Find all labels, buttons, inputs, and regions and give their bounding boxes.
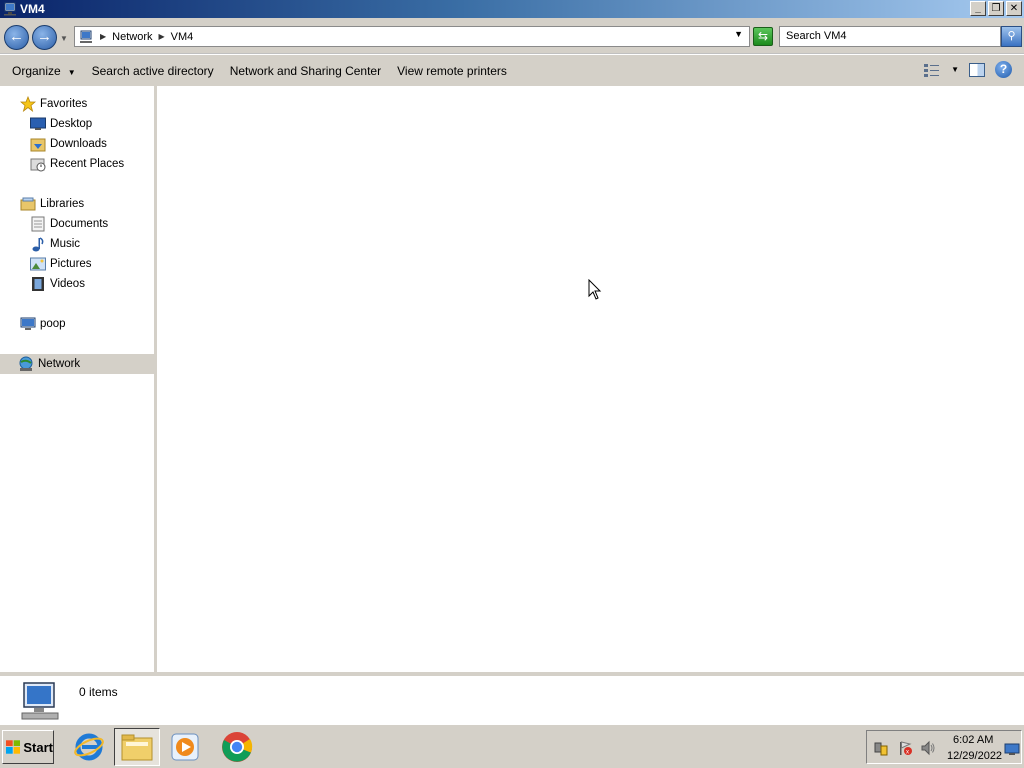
- breadcrumb-separator-icon[interactable]: ▶: [100, 32, 106, 41]
- navigation-pane: Favorites Desktop Downloads Recent Place…: [0, 86, 157, 672]
- network-computer-icon: [4, 2, 16, 16]
- videos-film-icon: [30, 276, 46, 292]
- system-tray: x 6:02 AM 12/29/2022: [866, 730, 1022, 764]
- nav-libraries[interactable]: Libraries: [20, 194, 84, 214]
- nav-music[interactable]: Music: [30, 234, 80, 254]
- nav-computer[interactable]: poop: [20, 314, 66, 334]
- search-button[interactable]: ⚲: [1001, 26, 1022, 47]
- downloads-folder-icon: [30, 136, 46, 152]
- nav-favorites[interactable]: Favorites: [20, 94, 87, 114]
- taskbar: Start x 6:02 AM 12/29/2022: [0, 724, 1024, 768]
- nav-downloads-label: Downloads: [50, 138, 107, 150]
- network-status-icon[interactable]: [873, 740, 889, 756]
- network-globe-icon: [18, 356, 34, 372]
- nav-favorites-label: Favorites: [40, 98, 88, 110]
- organize-label: Organize: [12, 63, 61, 78]
- nav-downloads[interactable]: Downloads: [30, 134, 107, 154]
- window-title: VM4: [20, 2, 45, 16]
- address-toolbar: ← → ▼ ▶ Network ▶ VM4 ▼ ⇆ Search VM4 ⚲: [0, 18, 1024, 54]
- taskbar-chrome[interactable]: [214, 728, 260, 766]
- nav-desktop[interactable]: Desktop: [30, 114, 92, 134]
- pictures-icon: [30, 256, 46, 272]
- nav-desktop-label: Desktop: [50, 118, 93, 130]
- nav-pictures[interactable]: Pictures: [30, 254, 92, 274]
- file-list-area[interactable]: [160, 86, 1024, 672]
- nav-libraries-label: Libraries: [40, 198, 85, 210]
- chrome-icon: [222, 732, 253, 762]
- nav-recent-places[interactable]: Recent Places: [30, 154, 124, 174]
- volume-speaker-icon[interactable]: [920, 740, 936, 756]
- nav-music-label: Music: [50, 238, 81, 250]
- back-arrow-icon: ←: [9, 28, 24, 45]
- title-bar[interactable]: VM4 _ ❐ ✕: [0, 0, 1024, 18]
- recent-pages-dropdown[interactable]: ▼: [60, 34, 68, 43]
- clock-time[interactable]: 6:02 AM: [953, 734, 993, 746]
- nav-videos[interactable]: Videos: [30, 274, 85, 294]
- organize-menu[interactable]: Organize ▼: [12, 64, 76, 78]
- help-icon[interactable]: ?: [995, 61, 1012, 78]
- breadcrumb-separator-icon[interactable]: ▶: [159, 32, 165, 41]
- back-button[interactable]: ←: [4, 25, 29, 50]
- chevron-down-icon: ▼: [67, 67, 76, 77]
- restore-button[interactable]: ❐: [988, 1, 1004, 16]
- nav-recent-places-label: Recent Places: [50, 158, 125, 170]
- details-pane: 0 items: [0, 672, 1024, 724]
- desktop-icon: [30, 116, 46, 132]
- start-button[interactable]: Start: [2, 730, 54, 764]
- folder-icon: [121, 734, 153, 761]
- view-options-dropdown-icon[interactable]: ▼: [951, 65, 959, 74]
- breadcrumb-vm4[interactable]: VM4: [171, 31, 194, 43]
- view-remote-printers-button[interactable]: View remote printers: [397, 64, 507, 78]
- mouse-cursor-icon: [588, 279, 602, 300]
- close-button[interactable]: ✕: [1006, 1, 1022, 16]
- libraries-icon: [20, 196, 36, 212]
- nav-network-label: Network: [38, 358, 81, 370]
- forward-arrow-icon: →: [37, 28, 52, 45]
- network-icon: [80, 30, 92, 43]
- refresh-button[interactable]: ⇆: [753, 27, 773, 46]
- start-label: Start: [23, 739, 53, 755]
- star-icon: [20, 96, 36, 112]
- network-sharing-center-button[interactable]: Network and Sharing Center: [230, 64, 381, 78]
- music-note-icon: [30, 236, 46, 252]
- windows-flag-icon: [6, 740, 21, 754]
- change-view-icon[interactable]: [923, 62, 941, 78]
- nav-network[interactable]: Network: [0, 354, 154, 374]
- taskbar-media-player[interactable]: [162, 728, 208, 766]
- item-count: 0 items: [79, 685, 118, 699]
- nav-computer-label: poop: [40, 318, 66, 330]
- address-dropdown-icon[interactable]: ▼: [734, 29, 743, 39]
- breadcrumb-network[interactable]: Network: [112, 31, 152, 43]
- search-icon: ⚲: [1007, 30, 1016, 42]
- address-box[interactable]: ▶ Network ▶ VM4 ▼: [74, 26, 750, 47]
- taskbar-internet-explorer[interactable]: [66, 728, 112, 766]
- documents-icon: [30, 216, 46, 232]
- clock-date[interactable]: 12/29/2022: [947, 750, 1002, 762]
- media-player-icon: [171, 733, 199, 761]
- recent-places-icon: [30, 156, 46, 172]
- nav-pictures-label: Pictures: [50, 258, 92, 270]
- preview-pane-icon[interactable]: [969, 62, 985, 77]
- action-center-flag-icon[interactable]: x: [897, 740, 913, 756]
- command-bar: Organize ▼ Search active directory Networ…: [0, 55, 1024, 86]
- nav-documents-label: Documents: [50, 218, 109, 230]
- computer-icon: [20, 316, 36, 332]
- taskbar-windows-explorer[interactable]: [114, 728, 160, 766]
- computer-icon: [21, 682, 59, 720]
- forward-button[interactable]: →: [32, 25, 57, 50]
- svg-text:x: x: [906, 750, 909, 756]
- internet-explorer-icon: [74, 733, 104, 761]
- nav-documents[interactable]: Documents: [30, 214, 108, 234]
- nav-videos-label: Videos: [50, 278, 85, 290]
- minimize-button[interactable]: _: [970, 1, 986, 16]
- refresh-icon: ⇆: [757, 29, 769, 43]
- search-active-directory-button[interactable]: Search active directory: [92, 64, 214, 78]
- search-input[interactable]: Search VM4: [779, 26, 1001, 47]
- show-desktop-icon[interactable]: [1004, 741, 1020, 757]
